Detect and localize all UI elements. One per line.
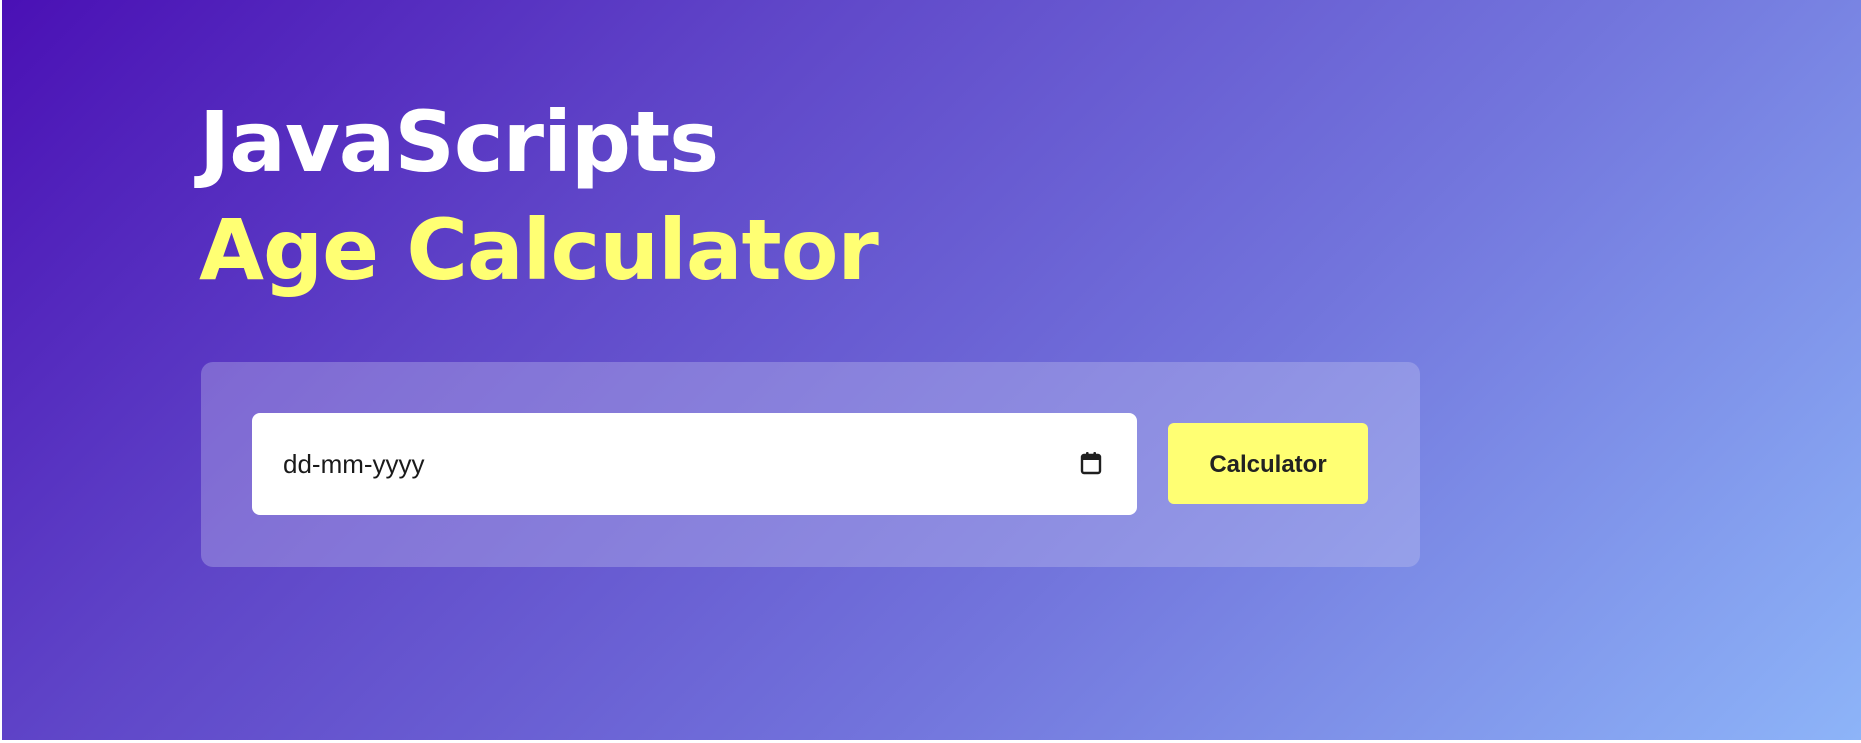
hero-section: JavaScripts Age Calculator dd-mm-yyyy Ca… bbox=[2, 0, 1861, 740]
calendar-icon[interactable] bbox=[1080, 451, 1102, 475]
date-placeholder: dd-mm-yyyy bbox=[283, 449, 425, 479]
calculate-button[interactable]: Calculator bbox=[1168, 423, 1368, 504]
page-title: JavaScripts bbox=[199, 93, 719, 191]
birth-date-input[interactable]: dd-mm-yyyy bbox=[252, 413, 1137, 515]
calculator-panel: dd-mm-yyyy Calculator bbox=[201, 362, 1420, 567]
page-subtitle: Age Calculator bbox=[199, 201, 879, 299]
